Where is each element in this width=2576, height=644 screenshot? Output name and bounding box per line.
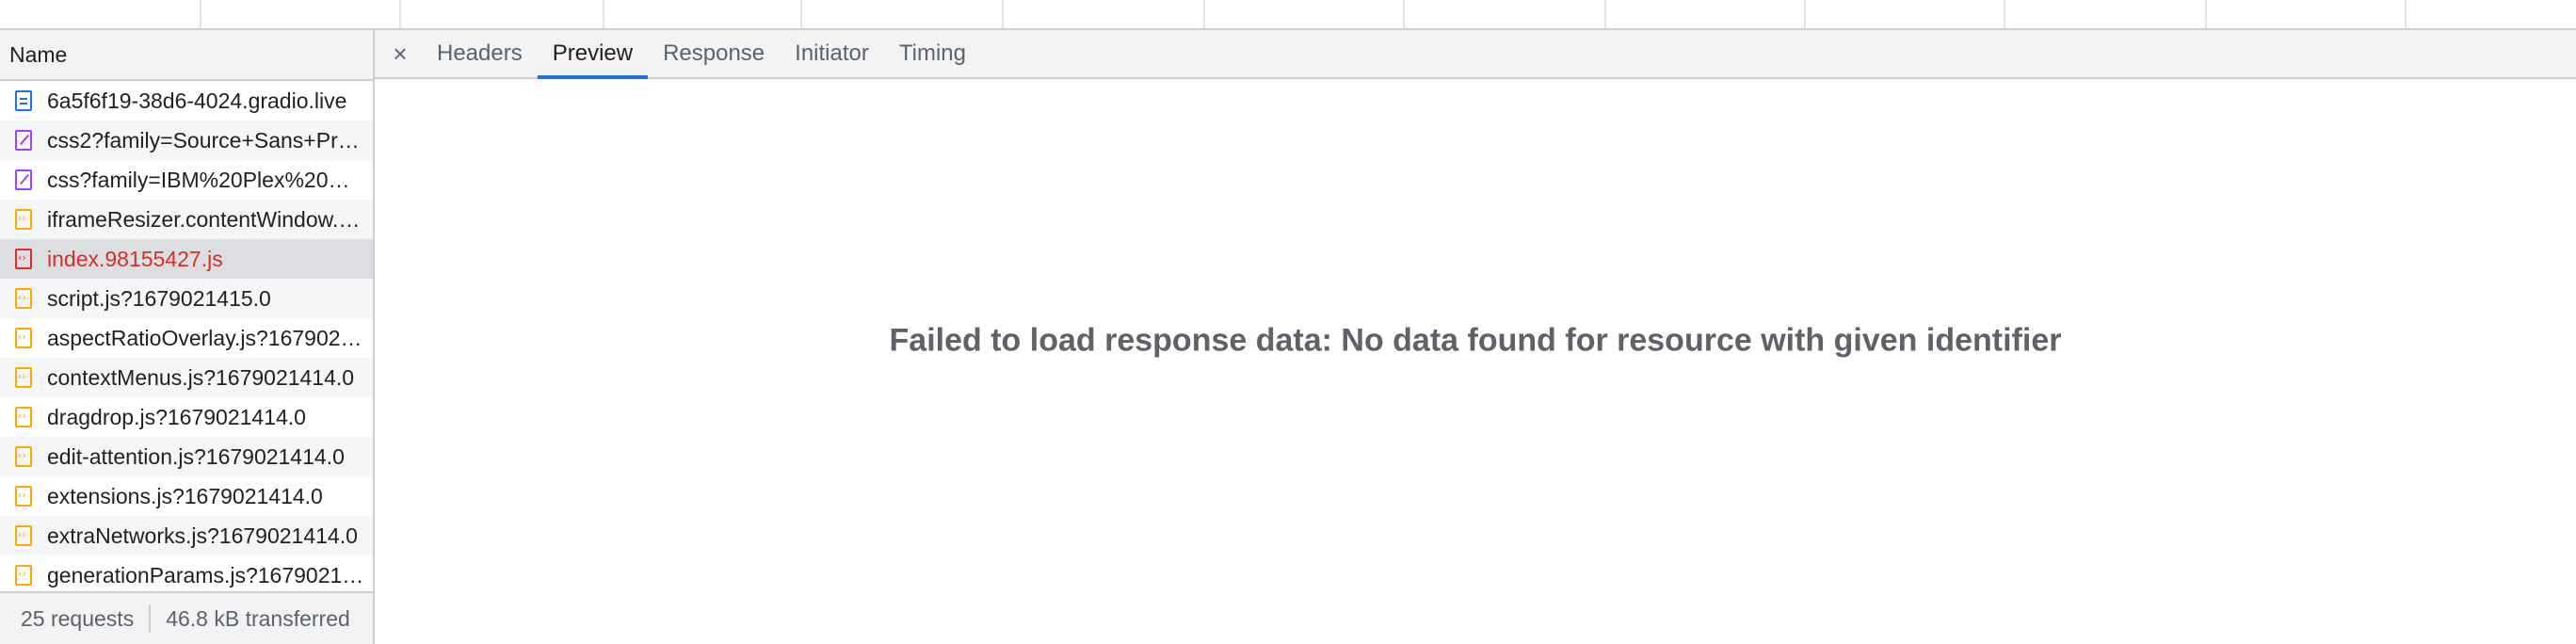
request-name: contextMenus.js?1679021414.0 (47, 364, 355, 390)
network-timeline-ruler (0, 0, 2576, 30)
script-icon (15, 486, 32, 507)
timeline-tick (1403, 0, 1405, 28)
request-name: css?family=IBM%20Plex%20Mono (47, 167, 367, 192)
script-icon (15, 446, 32, 467)
summary-divider (149, 604, 152, 633)
request-row[interactable]: dragdrop.js?1679021414.0 (0, 397, 373, 437)
tab-initiator[interactable]: Initiator (780, 30, 884, 77)
tab-headers[interactable]: Headers (422, 30, 538, 77)
script-error-icon (15, 249, 32, 269)
stylesheet-icon (15, 130, 32, 151)
timeline-tick (603, 0, 604, 28)
request-name: aspectRatioOverlay.js?1679021414.0 (47, 325, 367, 350)
script-icon (15, 209, 32, 230)
timeline-tick (1604, 0, 1606, 28)
tab-timing[interactable]: Timing (884, 30, 981, 77)
details-tab-bar: × Headers Preview Response Initiator Timing (375, 30, 2576, 79)
request-row[interactable]: 6a5f6f19-38d6-4024.gradio.live (0, 81, 373, 121)
request-row[interactable]: aspectRatioOverlay.js?1679021414.0 (0, 318, 373, 358)
timeline-tick (800, 0, 802, 28)
script-icon (15, 407, 32, 427)
request-name: 6a5f6f19-38d6-4024.gradio.live (47, 88, 347, 113)
timeline-tick (399, 0, 401, 28)
script-icon (15, 288, 32, 309)
preview-error-message: Failed to load response data: No data fo… (889, 322, 2062, 359)
request-name: css2?family=Source+Sans+Pro:wght@400;600… (47, 127, 367, 153)
script-icon (15, 565, 32, 586)
timeline-tick (200, 0, 201, 28)
request-name: generationParams.js?1679021414.0 (47, 562, 367, 588)
tab-response[interactable]: Response (648, 30, 780, 77)
document-icon (15, 90, 32, 111)
request-name: dragdrop.js?1679021414.0 (47, 404, 306, 429)
request-rows: 6a5f6f19-38d6-4024.gradio.live css2?famil… (0, 81, 373, 595)
timeline-tick (1203, 0, 1205, 28)
request-name: extraNetworks.js?1679021414.0 (47, 523, 358, 548)
request-name: iframeResizer.contentWindow.min.js (47, 206, 367, 232)
network-summary-bar: 25 requests 46.8 kB transferred (0, 591, 373, 644)
request-row[interactable]: index.98155427.js (0, 239, 373, 279)
request-name: extensions.js?1679021414.0 (47, 483, 323, 508)
request-row[interactable]: contextMenus.js?1679021414.0 (0, 358, 373, 397)
request-name: edit-attention.js?1679021414.0 (47, 443, 345, 469)
request-row[interactable]: extraNetworks.js?1679021414.0 (0, 516, 373, 555)
request-row[interactable]: generationParams.js?1679021414.0 (0, 555, 373, 595)
timeline-tick (2405, 0, 2407, 28)
close-icon[interactable]: × (384, 30, 416, 77)
request-row[interactable]: css2?family=Source+Sans+Pro:wght@400;600… (0, 121, 373, 160)
name-column-header[interactable]: Name (0, 30, 373, 81)
timeline-tick (1002, 0, 1004, 28)
script-icon (15, 525, 32, 546)
request-row[interactable]: edit-attention.js?1679021414.0 (0, 437, 373, 476)
request-row[interactable]: extensions.js?1679021414.0 (0, 476, 373, 516)
stylesheet-icon (15, 169, 32, 190)
request-row[interactable]: script.js?1679021415.0 (0, 279, 373, 318)
script-icon (15, 328, 32, 348)
request-row[interactable]: css?family=IBM%20Plex%20Mono (0, 160, 373, 200)
tab-preview[interactable]: Preview (537, 30, 649, 79)
request-name: index.98155427.js (47, 246, 223, 271)
transferred-size: 46.8 kB transferred (166, 605, 350, 631)
request-list: Name 6a5f6f19-38d6-4024.gradio.live css2?… (0, 30, 375, 644)
script-icon (15, 367, 32, 388)
request-details-panel: × Headers Preview Response Initiator Timing … (375, 30, 2576, 644)
timeline-tick (2205, 0, 2207, 28)
request-count: 25 requests (21, 605, 135, 631)
timeline-tick (1804, 0, 1806, 28)
timeline-tick (2004, 0, 2005, 28)
request-row[interactable]: iframeResizer.contentWindow.min.js (0, 200, 373, 239)
request-name: script.js?1679021415.0 (47, 285, 271, 311)
